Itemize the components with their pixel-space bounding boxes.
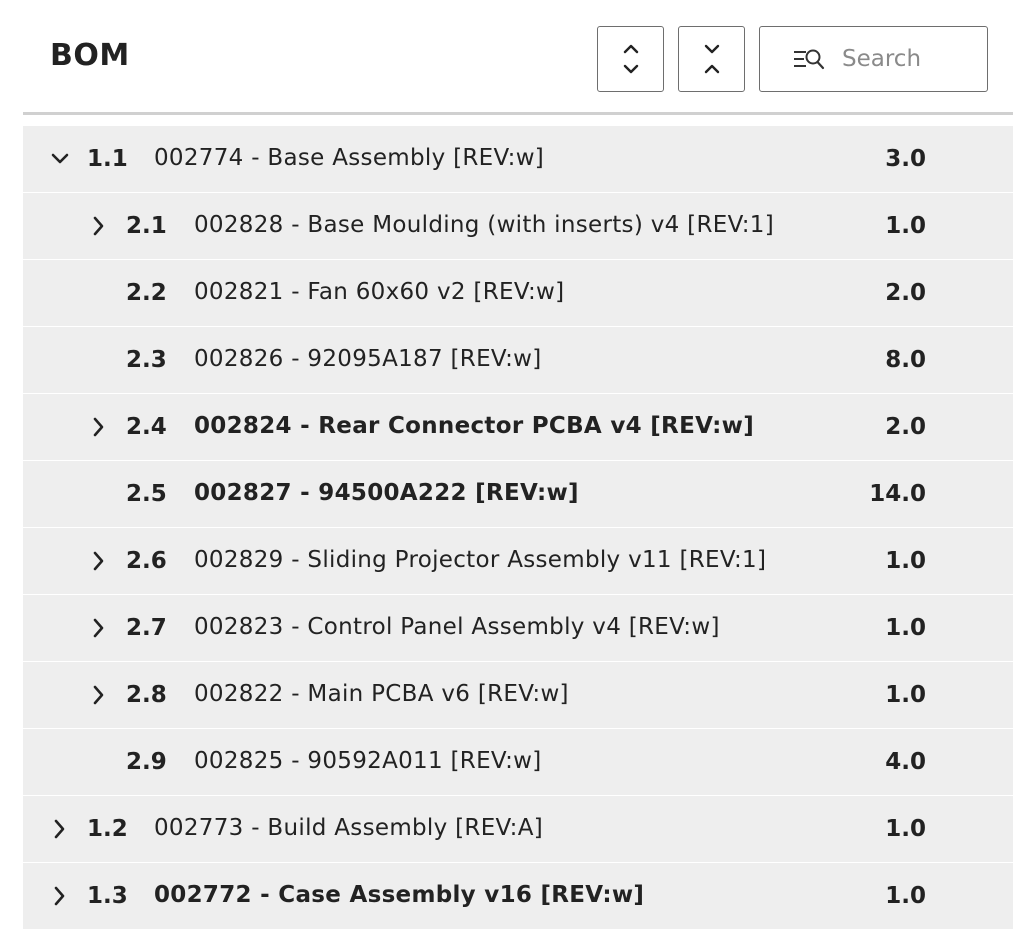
bom-item-number: 2.5 xyxy=(126,481,167,507)
bom-item-label[interactable]: 002774 - Base Assembly [REV:w] xyxy=(154,145,544,171)
bom-item-label[interactable]: 002772 - Case Assembly v16 [REV:w] xyxy=(154,882,644,908)
chevron-down-icon[interactable] xyxy=(49,147,71,171)
bom-row[interactable]: 2.6 002829 - Sliding Projector Assembly v… xyxy=(23,528,1013,595)
bom-item-number: 1.2 xyxy=(87,816,128,842)
bom-header: BOM xyxy=(0,0,1032,115)
bom-item-quantity: 14.0 xyxy=(869,481,926,507)
bom-item-label[interactable]: 002773 - Build Assembly [REV:A] xyxy=(154,815,543,841)
bom-item-label[interactable]: 002821 - Fan 60x60 v2 [REV:w] xyxy=(194,279,564,305)
bom-item-number: 2.2 xyxy=(126,280,167,306)
bom-item-number: 2.7 xyxy=(126,615,167,641)
bom-item-label[interactable]: 002826 - 92095A187 [REV:w] xyxy=(194,346,542,372)
bom-row[interactable]: 2.3 002826 - 92095A187 [REV:w] 8.0 xyxy=(23,327,1013,394)
bom-item-number: 2.8 xyxy=(126,682,167,708)
bom-item-label[interactable]: 002822 - Main PCBA v6 [REV:w] xyxy=(194,681,569,707)
bom-item-number: 2.9 xyxy=(126,749,167,775)
bom-row[interactable]: 1.1 002774 - Base Assembly [REV:w] 3.0 xyxy=(23,126,1013,193)
bom-row[interactable]: 2.7 002823 - Control Panel Assembly v4 [R… xyxy=(23,595,1013,662)
bom-item-quantity: 1.0 xyxy=(885,682,926,708)
bom-item-label[interactable]: 002825 - 90592A011 [REV:w] xyxy=(194,748,542,774)
bom-item-label[interactable]: 002823 - Control Panel Assembly v4 [REV:… xyxy=(194,614,720,640)
chevrons-collapse-icon xyxy=(704,44,719,74)
chevron-right-icon[interactable] xyxy=(88,683,110,707)
chevron-right-icon[interactable] xyxy=(88,415,110,439)
bom-item-quantity: 1.0 xyxy=(885,548,926,574)
bom-item-quantity: 8.0 xyxy=(885,347,926,373)
bom-item-label[interactable]: 002827 - 94500A222 [REV:w] xyxy=(194,480,579,506)
bom-item-quantity: 1.0 xyxy=(885,615,926,641)
bom-item-quantity: 2.0 xyxy=(885,280,926,306)
bom-row[interactable]: 1.3 002772 - Case Assembly v16 [REV:w] 1.0 xyxy=(23,863,1013,930)
bom-row[interactable]: 2.9 002825 - 90592A011 [REV:w] 4.0 xyxy=(23,729,1013,796)
bom-item-quantity: 3.0 xyxy=(885,146,926,172)
bom-tree: 1.1 002774 - Base Assembly [REV:w] 3.0 2.1 0… xyxy=(23,126,1013,930)
bom-item-number: 2.3 xyxy=(126,347,167,373)
bom-item-quantity: 1.0 xyxy=(885,883,926,909)
page-title: BOM xyxy=(50,38,130,73)
chevron-right-icon[interactable] xyxy=(88,214,110,238)
bom-row[interactable]: 1.2 002773 - Build Assembly [REV:A] 1.0 xyxy=(23,796,1013,863)
bom-item-label[interactable]: 002824 - Rear Connector PCBA v4 [REV:w] xyxy=(194,413,754,439)
chevron-right-icon[interactable] xyxy=(49,817,71,841)
search-box[interactable] xyxy=(759,26,988,92)
bom-item-number: 2.4 xyxy=(126,414,167,440)
search-list-icon xyxy=(794,49,825,70)
collapse-all-button[interactable] xyxy=(678,26,745,92)
chevrons-expand-icon xyxy=(623,44,638,74)
header-divider xyxy=(23,112,1013,115)
bom-row[interactable]: 2.8 002822 - Main PCBA v6 [REV:w] 1.0 xyxy=(23,662,1013,729)
bom-item-number: 2.6 xyxy=(126,548,167,574)
expand-all-button[interactable] xyxy=(597,26,664,92)
bom-item-quantity: 1.0 xyxy=(885,816,926,842)
chevron-right-icon[interactable] xyxy=(49,884,71,908)
search-input[interactable] xyxy=(842,37,980,81)
bom-row[interactable]: 2.2 002821 - Fan 60x60 v2 [REV:w] 2.0 xyxy=(23,260,1013,327)
bom-item-quantity: 2.0 xyxy=(885,414,926,440)
bom-row[interactable]: 2.5 002827 - 94500A222 [REV:w] 14.0 xyxy=(23,461,1013,528)
chevron-right-icon[interactable] xyxy=(88,549,110,573)
bom-item-label[interactable]: 002829 - Sliding Projector Assembly v11 … xyxy=(194,547,766,573)
bom-row[interactable]: 2.1 002828 - Base Moulding (with inserts)… xyxy=(23,193,1013,260)
chevron-right-icon[interactable] xyxy=(88,616,110,640)
bom-item-quantity: 1.0 xyxy=(885,213,926,239)
bom-item-number: 1.3 xyxy=(87,883,128,909)
bom-item-number: 2.1 xyxy=(126,213,167,239)
bom-item-label[interactable]: 002828 - Base Moulding (with inserts) v4… xyxy=(194,212,774,238)
bom-row[interactable]: 2.4 002824 - Rear Connector PCBA v4 [REV:… xyxy=(23,394,1013,461)
bom-item-number: 1.1 xyxy=(87,146,128,172)
bom-item-quantity: 4.0 xyxy=(885,749,926,775)
